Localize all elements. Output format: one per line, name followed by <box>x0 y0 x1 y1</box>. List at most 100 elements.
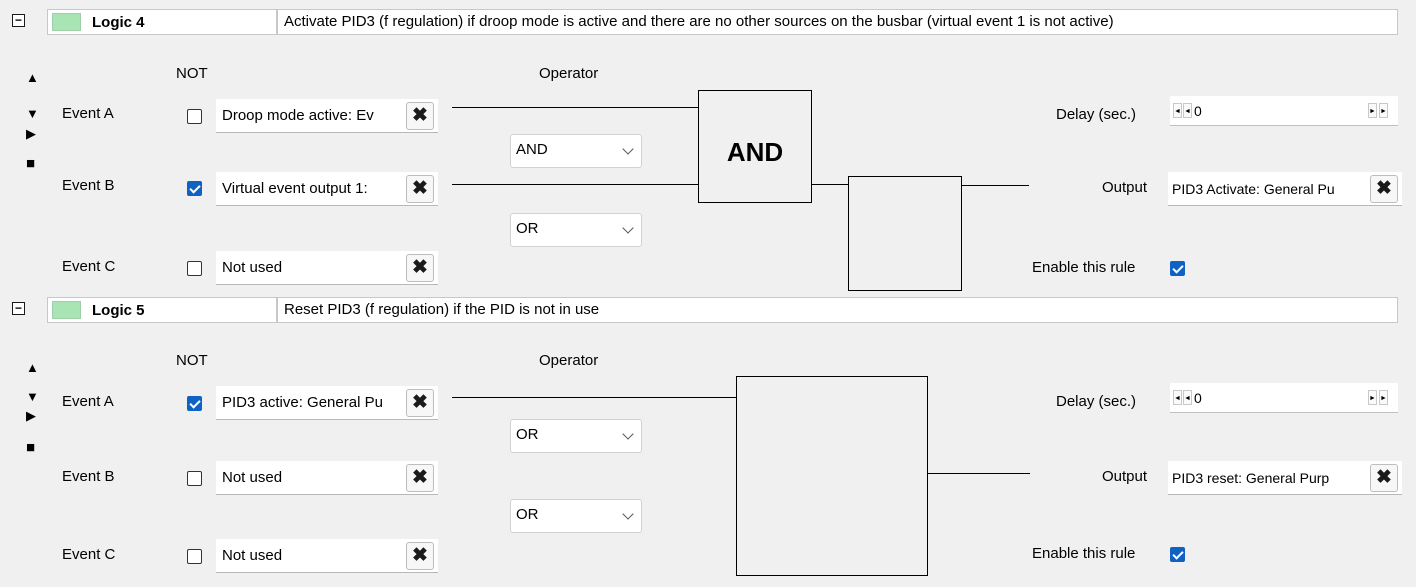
output-clear-button[interactable]: ✖ <box>1370 464 1398 492</box>
move-down-icon[interactable]: ▼ <box>26 107 39 120</box>
event-c-clear-button[interactable]: ✖ <box>406 542 434 570</box>
event-b-clear-button[interactable]: ✖ <box>406 464 434 492</box>
event-a-label: Event A <box>62 105 114 122</box>
spin-right-icon[interactable]: ► <box>1368 390 1377 405</box>
event-b-clear-button[interactable]: ✖ <box>406 175 434 203</box>
collapse-toggle[interactable]: − <box>12 14 25 27</box>
delay-value[interactable]: 0 <box>1194 103 1202 119</box>
not-column-label: NOT <box>176 65 208 82</box>
move-down-icon[interactable]: ▼ <box>26 390 39 403</box>
not-column-label: NOT <box>176 352 208 369</box>
event-a-field[interactable]: Droop mode active: Ev ✖ <box>216 99 438 133</box>
chevron-down-icon <box>622 222 634 234</box>
event-b-label: Event B <box>62 177 115 194</box>
delay-spinner[interactable]: ◄ ◄ 0 ► ► <box>1170 96 1398 126</box>
connector-line <box>452 184 698 185</box>
spin-right-icon[interactable]: ► <box>1368 103 1377 118</box>
enable-rule-label: Enable this rule <box>1032 545 1136 562</box>
event-a-label: Event A <box>62 393 114 410</box>
spin-right-icon[interactable]: ► <box>1379 103 1388 118</box>
stop-icon[interactable]: ■ <box>26 156 35 171</box>
spin-right-icon[interactable]: ► <box>1379 390 1388 405</box>
enable-rule-label: Enable this rule <box>1032 259 1136 276</box>
output-gate <box>848 176 962 291</box>
logic-name-field[interactable]: Logic 5 <box>47 297 277 323</box>
connector-line <box>452 397 736 398</box>
event-a-not-checkbox[interactable] <box>187 396 202 411</box>
event-b-label: Event B <box>62 468 115 485</box>
event-c-not-checkbox[interactable] <box>187 261 202 276</box>
connector-line <box>452 107 698 108</box>
connector-line <box>928 473 1030 474</box>
logic-gate <box>736 376 928 576</box>
spin-left-icon[interactable]: ◄ <box>1183 390 1192 405</box>
connector-line <box>812 184 848 185</box>
logic-name-field[interactable]: Logic 4 <box>47 9 277 35</box>
spin-left-icon[interactable]: ◄ <box>1173 390 1182 405</box>
delay-label: Delay (sec.) <box>1056 393 1137 410</box>
event-c-clear-button[interactable]: ✖ <box>406 254 434 282</box>
output-label: Output <box>1102 179 1148 196</box>
spin-left-icon[interactable]: ◄ <box>1183 103 1192 118</box>
operator-column-label: Operator <box>539 352 599 369</box>
event-a-clear-button[interactable]: ✖ <box>406 389 434 417</box>
run-icon[interactable]: ▶ <box>26 409 36 422</box>
chevron-down-icon <box>622 143 634 155</box>
event-c-field[interactable]: Not used ✖ <box>216 539 438 573</box>
move-up-icon[interactable]: ▲ <box>26 71 39 84</box>
operator-ab-select[interactable]: AND <box>510 134 642 168</box>
chevron-down-icon <box>622 508 634 520</box>
event-b-not-checkbox[interactable] <box>187 471 202 486</box>
collapse-toggle[interactable]: − <box>12 302 25 315</box>
output-field[interactable]: PID3 reset: General Purp ✖ <box>1168 461 1402 495</box>
event-c-not-checkbox[interactable] <box>187 549 202 564</box>
logic-block-5: − Logic 5 Reset PID3 (f regulation) if t… <box>0 297 1416 587</box>
event-a-not-checkbox[interactable] <box>187 109 202 124</box>
event-c-value: Not used <box>222 547 283 564</box>
operator-ab-value: OR <box>516 426 539 443</box>
output-value: PID3 reset: General Purp <box>1172 470 1330 486</box>
event-c-value: Not used <box>222 259 283 276</box>
spin-left-icon[interactable]: ◄ <box>1173 103 1182 118</box>
logic-color-swatch[interactable] <box>52 13 81 31</box>
event-c-label: Event C <box>62 546 116 563</box>
and-gate: AND <box>698 90 812 203</box>
operator-bc-select[interactable]: OR <box>510 213 642 247</box>
operator-bc-value: OR <box>516 220 539 237</box>
event-a-value: Droop mode active: Ev <box>222 107 374 124</box>
logic-description-field[interactable]: Reset PID3 (f regulation) if the PID is … <box>277 297 1398 323</box>
delay-value[interactable]: 0 <box>1194 390 1202 406</box>
event-b-value: Not used <box>222 469 283 486</box>
logic-block-4: − Logic 4 Activate PID3 (f regulation) i… <box>0 9 1416 299</box>
output-field[interactable]: PID3 Activate: General Pu ✖ <box>1168 172 1402 206</box>
event-a-field[interactable]: PID3 active: General Pu ✖ <box>216 386 438 420</box>
event-b-not-checkbox[interactable] <box>187 181 202 196</box>
event-b-field[interactable]: Not used ✖ <box>216 461 438 495</box>
output-value: PID3 Activate: General Pu <box>1172 181 1335 197</box>
event-c-field[interactable]: Not used ✖ <box>216 251 438 285</box>
event-c-label: Event C <box>62 258 116 275</box>
enable-rule-checkbox[interactable] <box>1170 261 1185 276</box>
gate-label: AND <box>726 137 784 167</box>
logic-description-field[interactable]: Activate PID3 (f regulation) if droop mo… <box>277 9 1398 35</box>
operator-ab-select[interactable]: OR <box>510 419 642 453</box>
event-a-value: PID3 active: General Pu <box>222 394 383 411</box>
event-a-clear-button[interactable]: ✖ <box>406 102 434 130</box>
event-b-value: Virtual event output 1: <box>222 180 368 197</box>
operator-bc-select[interactable]: OR <box>510 499 642 533</box>
enable-rule-checkbox[interactable] <box>1170 547 1185 562</box>
logic-title: Logic 4 <box>92 14 145 31</box>
connector-line <box>962 185 1029 186</box>
output-clear-button[interactable]: ✖ <box>1370 175 1398 203</box>
chevron-down-icon <box>622 428 634 440</box>
operator-ab-value: AND <box>516 141 548 158</box>
delay-label: Delay (sec.) <box>1056 106 1137 123</box>
operator-column-label: Operator <box>539 65 599 82</box>
output-label: Output <box>1102 468 1148 485</box>
stop-icon[interactable]: ■ <box>26 440 35 455</box>
move-up-icon[interactable]: ▲ <box>26 361 39 374</box>
delay-spinner[interactable]: ◄ ◄ 0 ► ► <box>1170 383 1398 413</box>
run-icon[interactable]: ▶ <box>26 127 36 140</box>
logic-color-swatch[interactable] <box>52 301 81 319</box>
event-b-field[interactable]: Virtual event output 1: ✖ <box>216 172 438 206</box>
